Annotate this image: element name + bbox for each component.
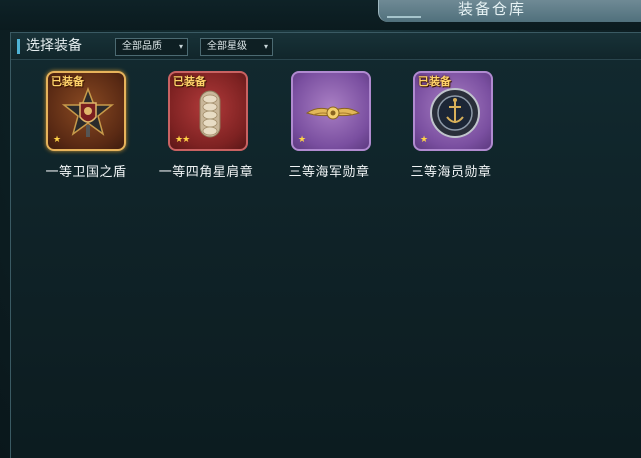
- chevron-down-icon: ▾: [178, 42, 183, 51]
- star-rating: ★: [298, 135, 306, 145]
- page-title: 装备仓库: [458, 0, 527, 18]
- equipment-item[interactable]: ★ 三等海军勋章: [269, 71, 389, 187]
- item-name: 三等海军勋章: [288, 165, 370, 180]
- equipped-badge: 已装备: [51, 75, 84, 88]
- anchor-medal-icon: [430, 88, 480, 138]
- star-rating: ★: [53, 135, 61, 145]
- item-card[interactable]: 已装备 ★: [413, 71, 493, 151]
- star-filter-value: 全部星级: [207, 41, 247, 52]
- top-bar: 装备仓库: [0, 0, 641, 30]
- item-name: 一等四角星肩章: [158, 165, 254, 180]
- item-card[interactable]: ★: [291, 71, 371, 151]
- filter-row: 选择装备 全部品质 ▾ 全部星级 ▾: [11, 33, 641, 60]
- naval-wings-icon: [305, 106, 361, 120]
- item-card[interactable]: 已装备 ★★: [168, 71, 248, 151]
- item-name: 一等卫国之盾: [45, 165, 127, 180]
- equipment-item[interactable]: 已装备 ★ 三等海员勋章: [391, 71, 511, 187]
- item-name: 三等海员勋章: [410, 165, 492, 180]
- quality-filter-dropdown[interactable]: 全部品质 ▾: [115, 38, 188, 56]
- star-rating: ★: [420, 135, 428, 145]
- shield-medal-icon: [61, 86, 115, 137]
- epaulette-icon: [199, 90, 221, 138]
- section-marker: [17, 39, 20, 54]
- item-card[interactable]: 已装备 ★: [46, 71, 126, 151]
- equipped-badge: 已装备: [173, 75, 206, 88]
- chevron-down-icon: ▾: [263, 42, 268, 51]
- equipment-panel: 选择装备 全部品质 ▾ 全部星级 ▾ 已装备 ★ 一等卫国之盾 已装备 ★★ 一…: [10, 32, 641, 458]
- quality-filter-value: 全部品质: [122, 41, 162, 52]
- equipment-item[interactable]: 已装备 ★ 一等卫国之盾: [26, 71, 146, 187]
- warehouse-screen: 装备仓库 选择装备 全部品质 ▾ 全部星级 ▾ 已装备 ★ 一等卫国之盾 已装备…: [0, 0, 641, 458]
- equipped-badge: 已装备: [418, 75, 451, 88]
- equipment-item[interactable]: 已装备 ★★ 一等四角星肩章: [146, 71, 266, 187]
- star-rating: ★★: [175, 135, 190, 145]
- title-accent: [387, 16, 421, 18]
- section-title: 选择装备: [26, 38, 82, 54]
- star-filter-dropdown[interactable]: 全部星级 ▾: [200, 38, 273, 56]
